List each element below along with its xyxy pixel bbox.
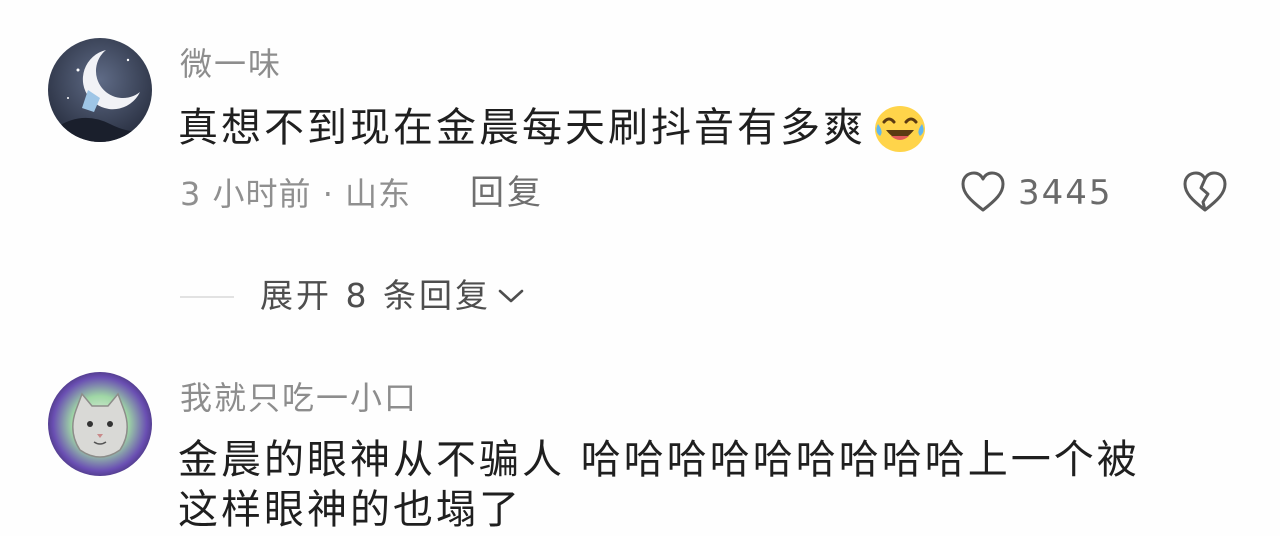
comment-text: 真想不到现在金晨每天刷抖音有多爽 — [178, 105, 866, 151]
comment-content: 真想不到现在金晨每天刷抖音有多爽 — [178, 102, 928, 154]
comment-username[interactable]: 微一味 — [180, 44, 282, 84]
divider — [180, 296, 234, 298]
avatar[interactable] — [48, 372, 152, 476]
avatar[interactable] — [48, 38, 152, 142]
comment-text: 这样眼神的也塌了 — [178, 487, 522, 533]
laughing-crying-emoji-icon — [872, 102, 928, 154]
comment-username[interactable]: 我就只吃一小口 — [180, 378, 418, 418]
reply-button[interactable]: 回复 — [470, 173, 544, 213]
heart-icon[interactable] — [960, 170, 1006, 214]
expand-replies-button[interactable]: 展开 8 条回复 — [260, 276, 525, 316]
comment-meta: 3 小时前 · 山东 — [180, 175, 412, 213]
like-count: 3445 — [1018, 173, 1113, 213]
broken-heart-icon[interactable] — [1182, 170, 1228, 214]
comment-text: 金晨的眼神从不骗人 哈哈哈哈哈哈哈哈哈上一个被 — [178, 437, 1140, 483]
expand-replies-label: 展开 8 条回复 — [260, 276, 491, 315]
chevron-down-icon — [497, 286, 525, 306]
